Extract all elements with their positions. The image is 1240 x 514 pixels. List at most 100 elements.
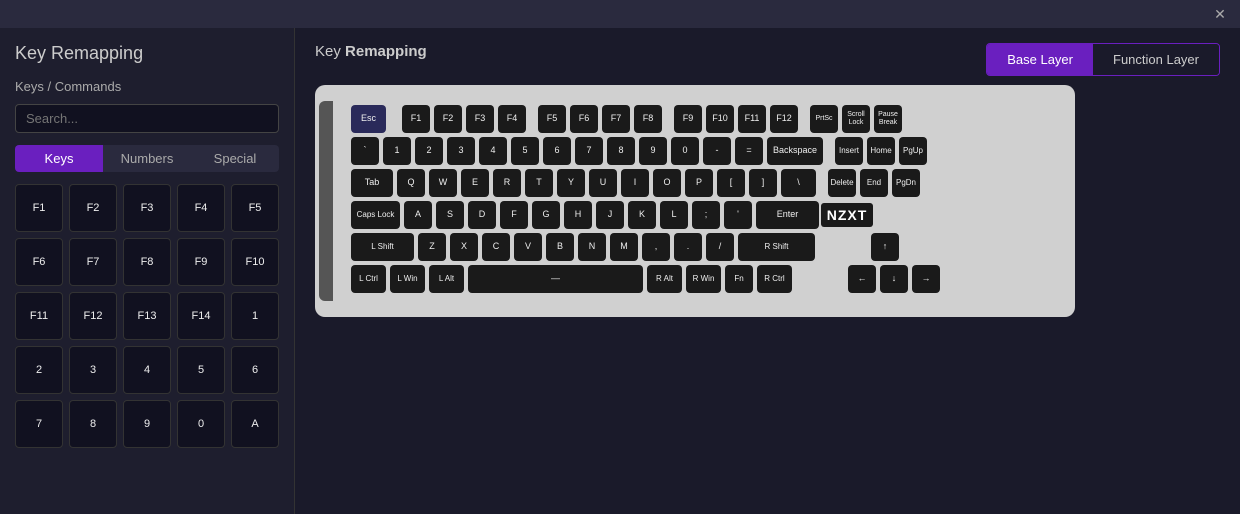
key-left[interactable]: ← [848, 265, 876, 293]
key-item[interactable]: F2 [69, 184, 117, 232]
key-home[interactable]: Home [867, 137, 895, 165]
key-5[interactable]: 5 [511, 137, 539, 165]
key-item[interactable]: 8 [69, 400, 117, 448]
key-9[interactable]: 9 [639, 137, 667, 165]
key-f6[interactable]: F6 [570, 105, 598, 133]
key-fn[interactable]: Fn [725, 265, 753, 293]
key-item[interactable]: A [231, 400, 279, 448]
key-f8[interactable]: F8 [634, 105, 662, 133]
key-a[interactable]: A [404, 201, 432, 229]
key-item[interactable]: F14 [177, 292, 225, 340]
key-f2[interactable]: F2 [434, 105, 462, 133]
key-minus[interactable]: - [703, 137, 731, 165]
key-c[interactable]: C [482, 233, 510, 261]
key-f12[interactable]: F12 [770, 105, 798, 133]
key-b[interactable]: B [546, 233, 574, 261]
key-3[interactable]: 3 [447, 137, 475, 165]
key-7[interactable]: 7 [575, 137, 603, 165]
key-j[interactable]: J [596, 201, 624, 229]
key-period[interactable]: . [674, 233, 702, 261]
key-p[interactable]: P [685, 169, 713, 197]
key-item[interactable]: 6 [231, 346, 279, 394]
key-lbracket[interactable]: [ [717, 169, 745, 197]
key-right[interactable]: → [912, 265, 940, 293]
key-k[interactable]: K [628, 201, 656, 229]
key-item[interactable]: 9 [123, 400, 171, 448]
key-rwin[interactable]: R Win [686, 265, 721, 293]
key-item[interactable]: 5 [177, 346, 225, 394]
key-2[interactable]: 2 [415, 137, 443, 165]
key-up[interactable]: ↑ [871, 233, 899, 261]
key-q[interactable]: Q [397, 169, 425, 197]
key-item[interactable]: 2 [15, 346, 63, 394]
function-layer-button[interactable]: Function Layer [1093, 44, 1219, 75]
key-o[interactable]: O [653, 169, 681, 197]
key-quote[interactable]: ' [724, 201, 752, 229]
key-capslock[interactable]: Caps Lock [351, 201, 400, 229]
key-f11[interactable]: F11 [738, 105, 766, 133]
key-f10[interactable]: F10 [706, 105, 734, 133]
key-pause[interactable]: Pause Break [874, 105, 902, 133]
key-down[interactable]: ↓ [880, 265, 908, 293]
key-item[interactable]: F6 [15, 238, 63, 286]
key-f1[interactable]: F1 [402, 105, 430, 133]
key-item[interactable]: 3 [69, 346, 117, 394]
key-i[interactable]: I [621, 169, 649, 197]
key-item[interactable]: 7 [15, 400, 63, 448]
key-f4[interactable]: F4 [498, 105, 526, 133]
key-h[interactable]: H [564, 201, 592, 229]
key-s[interactable]: S [436, 201, 464, 229]
key-item[interactable]: F5 [231, 184, 279, 232]
key-r[interactable]: R [493, 169, 521, 197]
key-z[interactable]: Z [418, 233, 446, 261]
tab-numbers[interactable]: Numbers [103, 145, 191, 172]
key-l[interactable]: L [660, 201, 688, 229]
key-tab[interactable]: Tab [351, 169, 393, 197]
key-item[interactable]: F9 [177, 238, 225, 286]
key-ralt[interactable]: R Alt [647, 265, 682, 293]
search-input[interactable] [15, 104, 279, 133]
key-insert[interactable]: Insert [835, 137, 863, 165]
key-pgup[interactable]: PgUp [899, 137, 927, 165]
key-item[interactable]: F12 [69, 292, 117, 340]
key-lctrl[interactable]: L Ctrl [351, 265, 386, 293]
key-f3[interactable]: F3 [466, 105, 494, 133]
key-x[interactable]: X [450, 233, 478, 261]
key-n[interactable]: N [578, 233, 606, 261]
key-backslash[interactable]: \ [781, 169, 816, 197]
key-0[interactable]: 0 [671, 137, 699, 165]
key-1[interactable]: 1 [383, 137, 411, 165]
key-y[interactable]: Y [557, 169, 585, 197]
key-item[interactable]: 1 [231, 292, 279, 340]
key-d[interactable]: D [468, 201, 496, 229]
key-e[interactable]: E [461, 169, 489, 197]
key-8[interactable]: 8 [607, 137, 635, 165]
key-lalt[interactable]: L Alt [429, 265, 464, 293]
key-item[interactable]: 4 [123, 346, 171, 394]
key-item[interactable]: F10 [231, 238, 279, 286]
key-4[interactable]: 4 [479, 137, 507, 165]
key-u[interactable]: U [589, 169, 617, 197]
key-prtsc[interactable]: PrtSc [810, 105, 838, 133]
key-m[interactable]: M [610, 233, 638, 261]
key-f9[interactable]: F9 [674, 105, 702, 133]
key-space[interactable]: — [468, 265, 643, 293]
tab-special[interactable]: Special [191, 145, 279, 172]
key-w[interactable]: W [429, 169, 457, 197]
tab-keys[interactable]: Keys [15, 145, 103, 172]
key-item[interactable]: F11 [15, 292, 63, 340]
key-rshift[interactable]: R Shift [738, 233, 815, 261]
key-f7[interactable]: F7 [602, 105, 630, 133]
key-item[interactable]: F1 [15, 184, 63, 232]
key-esc[interactable]: Esc [351, 105, 386, 133]
base-layer-button[interactable]: Base Layer [987, 44, 1093, 75]
key-pgdn[interactable]: PgDn [892, 169, 920, 197]
key-v[interactable]: V [514, 233, 542, 261]
key-backtick[interactable]: ` [351, 137, 379, 165]
key-6[interactable]: 6 [543, 137, 571, 165]
key-lwin[interactable]: L Win [390, 265, 425, 293]
key-g[interactable]: G [532, 201, 560, 229]
key-semicolon[interactable]: ; [692, 201, 720, 229]
key-item[interactable]: 0 [177, 400, 225, 448]
key-end[interactable]: End [860, 169, 888, 197]
